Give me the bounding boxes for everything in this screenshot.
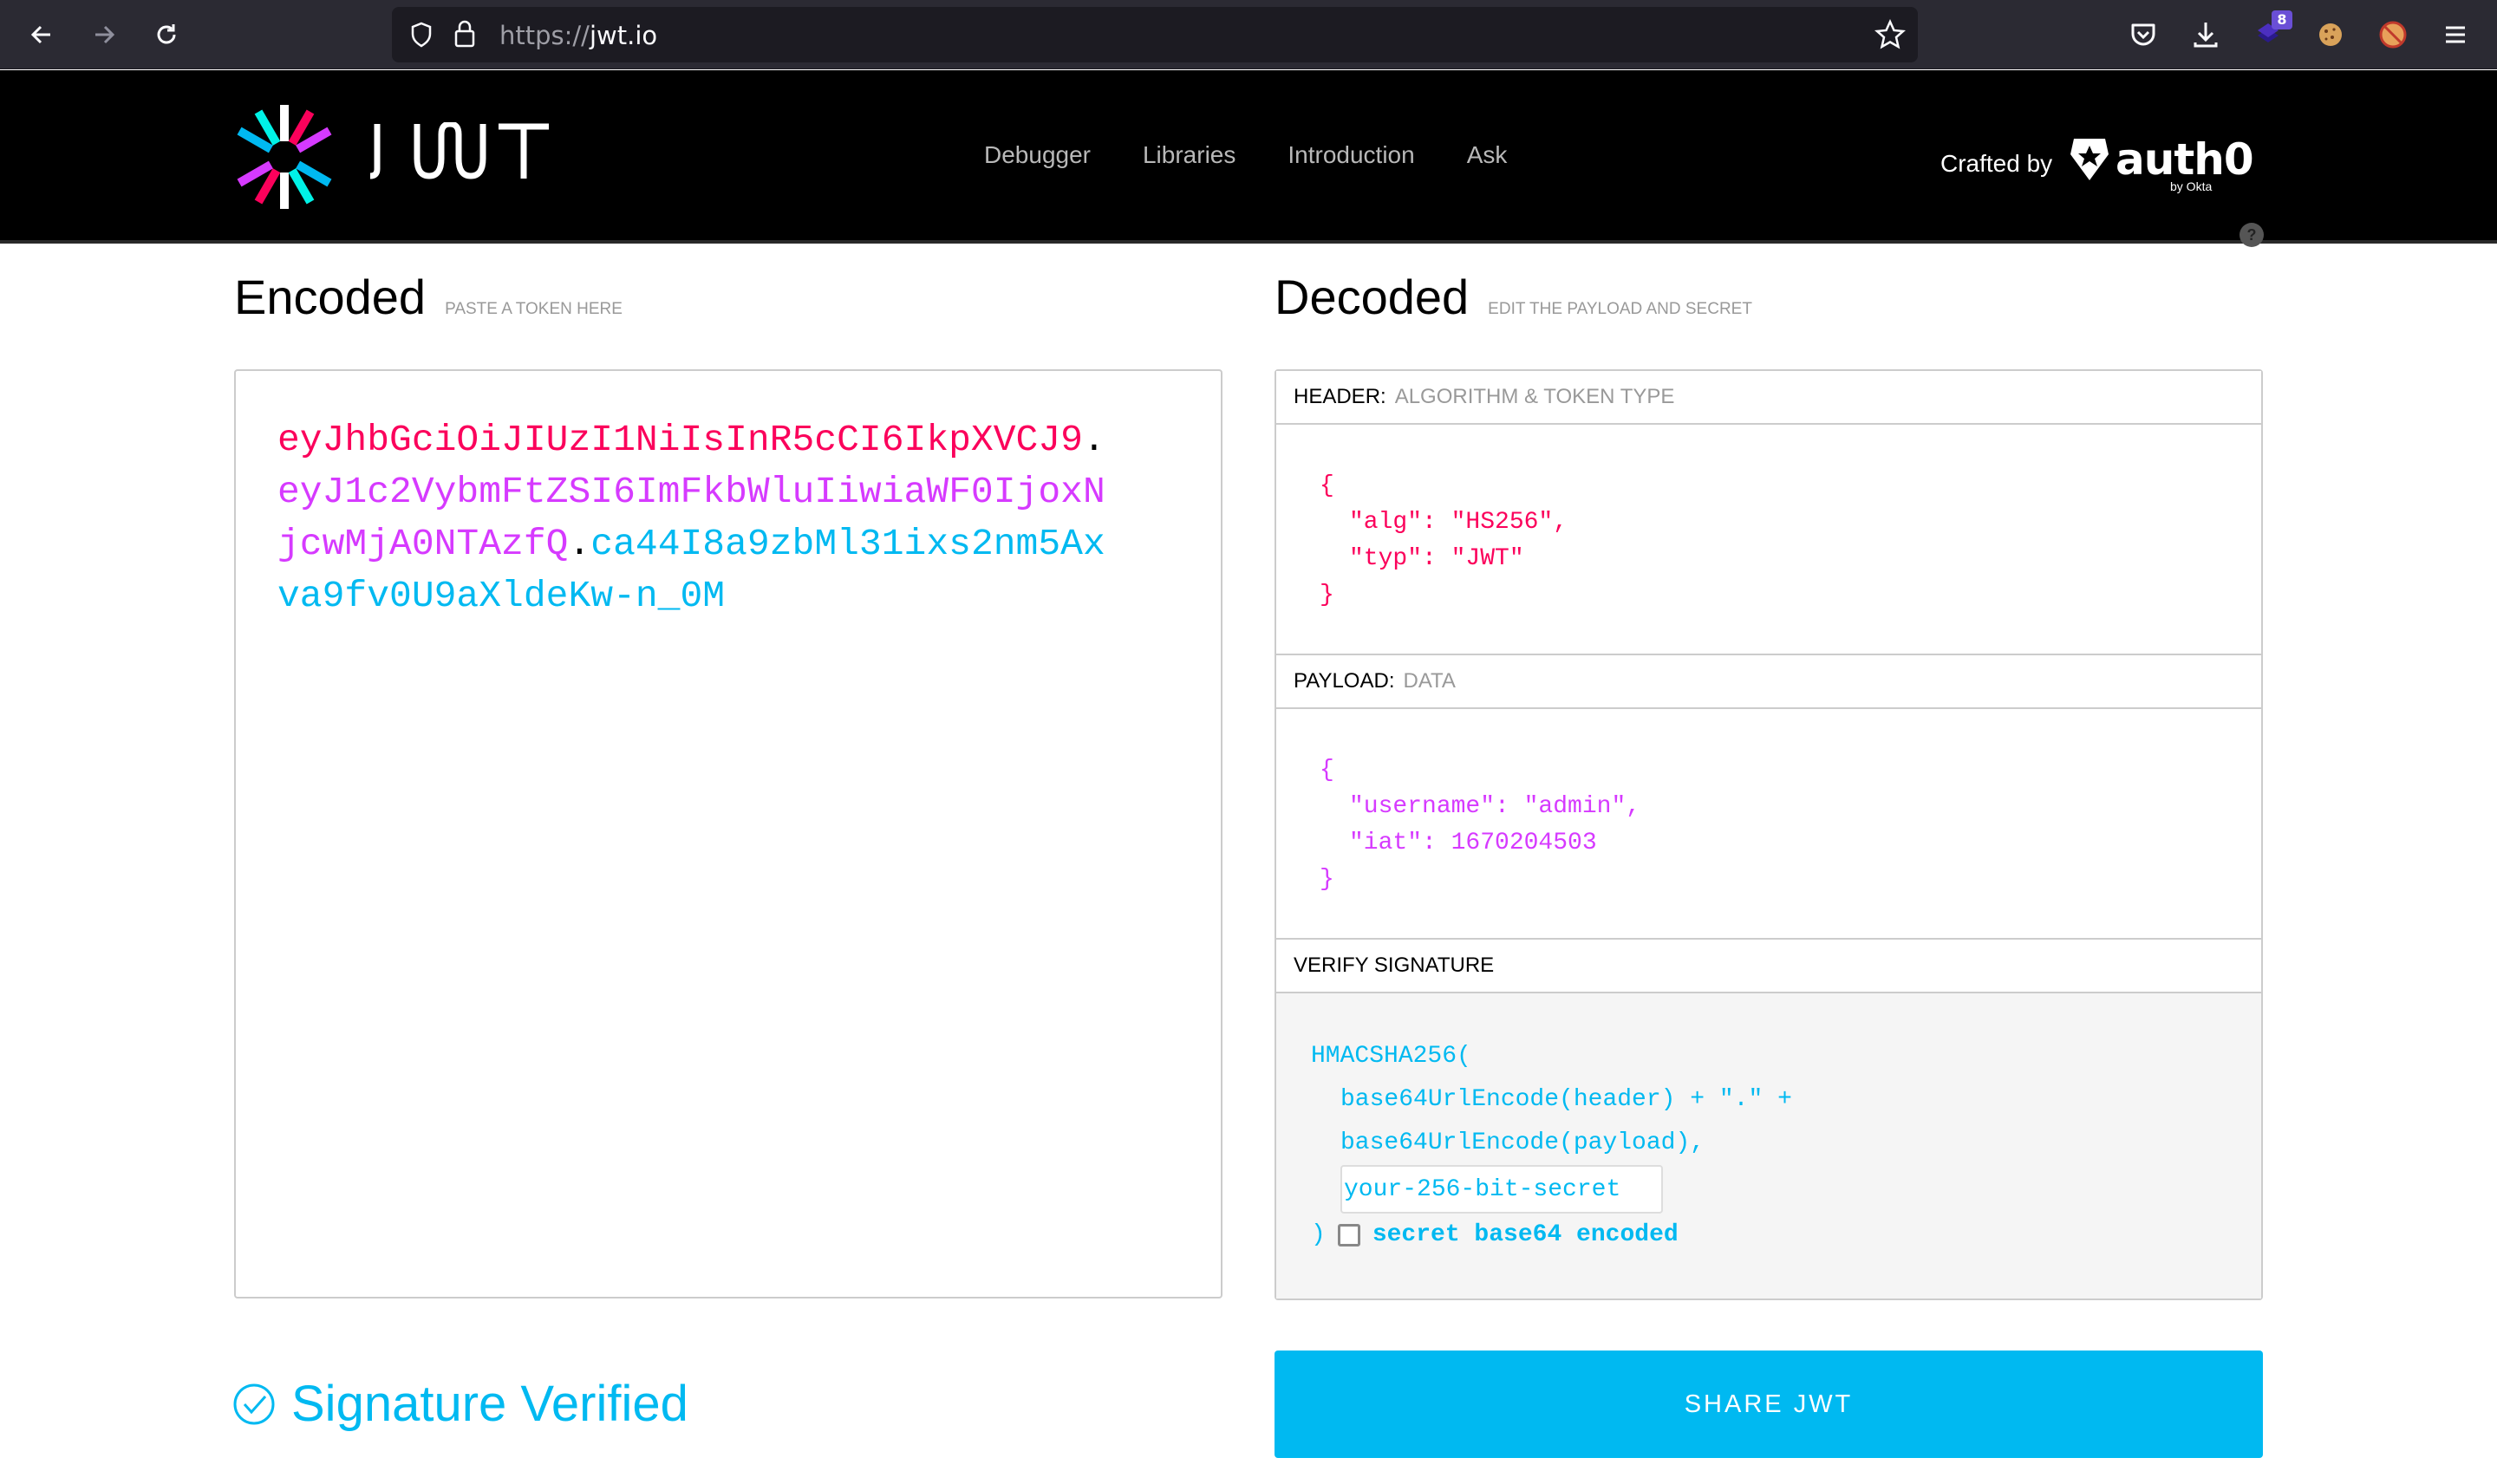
- nav-ask[interactable]: Ask: [1467, 141, 1508, 169]
- back-button[interactable]: [24, 17, 59, 52]
- verify-signature-title: VERIFY SIGNATURE: [1276, 940, 2261, 993]
- payload-section-title: PAYLOAD: DATA: [1276, 655, 2261, 709]
- hamburger-menu-icon: [2446, 26, 2465, 43]
- help-icon[interactable]: ?: [2239, 223, 2264, 247]
- header-json-editor[interactable]: { "alg": "HS256", "typ": "JWT" }: [1276, 425, 2261, 655]
- token-header-part: eyJhbGciOiJIUzI1NiIsInR5cCI6IkpXVCJ9: [277, 419, 1083, 461]
- encoded-token-input[interactable]: eyJhbGciOiJIUzI1NiIsInR5cCI6IkpXVCJ9.eyJ…: [234, 369, 1222, 1298]
- url-text[interactable]: https://jwt.io: [499, 21, 657, 50]
- nav-debugger[interactable]: Debugger: [984, 141, 1091, 169]
- browser-toolbar: https://jwt.io 8: [0, 0, 2497, 69]
- extension-layers-button[interactable]: 8: [2249, 10, 2292, 54]
- decoded-title: Decoded: [1275, 270, 1470, 324]
- verify-signature-body: HMACSHA256( base64UrlEncode(header) + ".…: [1276, 993, 2261, 1298]
- base64-encoded-checkbox[interactable]: [1337, 1224, 1360, 1246]
- encoded-subtitle: PASTE A TOKEN HERE: [445, 300, 623, 318]
- payload-line-username: "username": "admin",: [1349, 793, 1641, 820]
- jwt-logo-icon[interactable]: [232, 105, 336, 209]
- main-nav: Debugger Libraries Introduction Ask: [984, 141, 1507, 169]
- token-separator: .: [568, 523, 591, 565]
- hmac-line-payload: base64UrlEncode(payload),: [1340, 1129, 1705, 1156]
- blocked-fox-icon: [2379, 21, 2407, 49]
- arrow-right-icon: [95, 25, 115, 44]
- decoded-panel: HEADER: ALGORITHM & TOKEN TYPE { "alg": …: [1275, 369, 2263, 1300]
- pocket-icon: [2131, 23, 2155, 46]
- lock-icon: [454, 20, 475, 48]
- cookie-extension-button[interactable]: [2311, 16, 2350, 54]
- forward-button[interactable]: [87, 17, 121, 52]
- encoded-title: Encoded: [234, 270, 427, 324]
- hmac-function: HMACSHA256(: [1311, 1043, 1471, 1070]
- nav-libraries[interactable]: Libraries: [1143, 141, 1235, 169]
- hmac-close-paren: ): [1311, 1221, 1326, 1248]
- check-circle-icon: [233, 1383, 275, 1424]
- download-icon: [2194, 23, 2218, 48]
- shield-icon: [411, 22, 432, 48]
- token-separator: .: [1082, 419, 1105, 461]
- extension-badge: 8: [2272, 10, 2292, 29]
- arrow-left-icon: [30, 25, 50, 44]
- jwt-wordmark[interactable]: [368, 122, 551, 179]
- reload-icon: [157, 24, 176, 44]
- hmac-line-header: base64UrlEncode(header) + "." +: [1340, 1086, 1792, 1113]
- payload-json-editor[interactable]: { "username": "admin", "iat": 1670204503…: [1276, 709, 2261, 940]
- decoded-heading: Decoded EDIT THE PAYLOAD AND SECRET: [1275, 269, 1752, 325]
- base64-encoded-label[interactable]: secret base64 encoded: [1372, 1214, 1679, 1257]
- encoded-heading: Encoded PASTE A TOKEN HERE: [234, 269, 623, 325]
- reload-button[interactable]: [149, 17, 184, 52]
- signature-status: Signature Verified: [232, 1375, 688, 1433]
- decoded-subtitle: EDIT THE PAYLOAD AND SECRET: [1488, 300, 1752, 318]
- token-text[interactable]: eyJhbGciOiJIUzI1NiIsInR5cCI6IkpXVCJ9.eyJ…: [277, 414, 1110, 622]
- payload-line-iat: "iat": 1670204503: [1349, 830, 1597, 856]
- by-okta-label: by Okta: [2170, 179, 2213, 193]
- address-bar[interactable]: https://jwt.io: [392, 7, 1918, 62]
- bookmark-star-icon[interactable]: [1874, 19, 1906, 50]
- crafted-by-label: Crafted by: [1940, 150, 2053, 177]
- header-line-alg: "alg": "HS256",: [1349, 509, 1568, 536]
- header-section-title: HEADER: ALGORITHM & TOKEN TYPE: [1276, 371, 2261, 425]
- app-menu-button[interactable]: [2436, 16, 2474, 54]
- nav-introduction[interactable]: Introduction: [1288, 141, 1414, 169]
- signature-verified-text: Signature Verified: [291, 1376, 688, 1432]
- secret-input[interactable]: [1340, 1165, 1663, 1214]
- site-header: Debugger Libraries Introduction Ask Craf…: [0, 70, 2497, 247]
- pocket-button[interactable]: [2124, 16, 2162, 54]
- auth0-logo[interactable]: auth0: [2069, 134, 2254, 185]
- header-line-typ: "typ": "JWT": [1349, 545, 1524, 572]
- auth0-shield-icon: [2070, 139, 2109, 180]
- cookie-icon: [2319, 23, 2342, 46]
- downloads-button[interactable]: [2187, 16, 2225, 54]
- share-jwt-button[interactable]: SHARE JWT: [1275, 1351, 2263, 1458]
- blocker-extension-button[interactable]: [2374, 16, 2412, 54]
